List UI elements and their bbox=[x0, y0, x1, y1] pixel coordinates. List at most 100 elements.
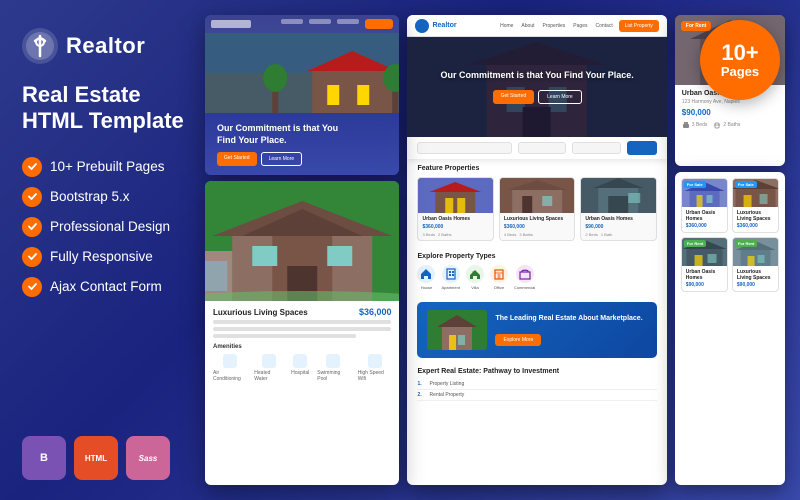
mm-card-3-beds: 2 Beds bbox=[585, 232, 597, 237]
mobile-badge: For Rent bbox=[681, 21, 712, 31]
ts-hero-primary-btn: Get Started bbox=[217, 152, 257, 166]
mm-card-2: Luxurious Living Spaces $360,000 4 Beds … bbox=[499, 177, 575, 241]
mm-nav-contact[interactable]: Contact bbox=[595, 23, 612, 29]
mm-search-btn[interactable] bbox=[627, 141, 657, 155]
ts-nav-links bbox=[281, 19, 393, 29]
mm-nav-properties[interactable]: Properties bbox=[543, 23, 566, 29]
mm-logo-icon bbox=[415, 19, 429, 33]
pcl-amenity-pool-label: Swimming Pool bbox=[317, 370, 349, 382]
mm-nav-cta[interactable]: List Property bbox=[619, 20, 659, 32]
mm-invest-section: Expert Real Estate: Pathway to Investmen… bbox=[407, 364, 666, 405]
mg-item-1-img: For Sale bbox=[682, 179, 727, 207]
pcl-amenities: Air Conditioning Heated Water Hospital S… bbox=[213, 354, 391, 382]
mm-type-office: Office bbox=[490, 265, 508, 290]
pages-label: Pages bbox=[721, 64, 759, 79]
property-card-large: Luxurious Living Spaces $36,000 Amenitie… bbox=[205, 181, 399, 485]
mm-type-villa-icon bbox=[466, 265, 484, 283]
ts-nav-link-3 bbox=[337, 19, 359, 24]
mm-feature-properties-title: Feature Properties bbox=[417, 165, 656, 172]
logo-icon bbox=[22, 28, 58, 64]
mg-item-4-price: $90,000 bbox=[737, 282, 774, 288]
logo-text: Realtor bbox=[66, 33, 145, 59]
check-icon-professional bbox=[22, 217, 42, 237]
mm-cta-section: The Leading Real Estate About Marketplac… bbox=[417, 302, 656, 358]
pcl-amenity-estate: Heated Water bbox=[254, 354, 283, 382]
mm-hero-secondary-btn[interactable]: Learn More bbox=[538, 90, 582, 104]
mm-invest-label-1: Property Listing bbox=[429, 381, 464, 387]
mm-card-3-price: $90,000 bbox=[585, 224, 651, 230]
pcl-amenity-pool: Swimming Pool bbox=[317, 354, 349, 382]
mm-nav-about[interactable]: About bbox=[521, 23, 534, 29]
pcl-body: Amenities Air Conditioning Heated Water … bbox=[205, 320, 399, 388]
desktop-mockup: Our Commitment is that You Find Your Pla… bbox=[205, 15, 399, 485]
mm-card-3-title: Urban Oasis Homes bbox=[585, 216, 651, 222]
mm-feature-properties: Feature Properties Urban Oasis Homes bbox=[407, 159, 666, 247]
pcl-amenity-wifi: High Speed Wifi bbox=[358, 354, 392, 382]
mm-invest-num-2: 2. bbox=[417, 392, 425, 398]
mg-item-2-body: Luxurious Living Spaces $360,000 bbox=[733, 207, 778, 232]
mm-logo-text: Realtor bbox=[432, 22, 456, 29]
mm-invest-item-2: 2. Rental Property bbox=[417, 390, 656, 401]
left-panel: Realtor Real Estate HTML Template 10+ Pr… bbox=[0, 0, 210, 500]
mm-card-3: Urban Oasis Homes $90,000 2 Beds 1 Bath bbox=[580, 177, 656, 241]
mm-card-1-baths: 2 Baths bbox=[438, 232, 452, 237]
mm-card-1-title: Urban Oasis Homes bbox=[422, 216, 488, 222]
top-screenshot-inner: Our Commitment is that You Find Your Pla… bbox=[205, 15, 399, 175]
ts-hero-title: Our Commitment is that You Find Your Pla… bbox=[217, 123, 347, 146]
pcl-amenities-label: Amenities bbox=[213, 344, 391, 350]
mm-invest-items: 1. Property Listing 2. Rental Property bbox=[417, 379, 656, 401]
pcl-amenity-wifi-icon bbox=[368, 354, 382, 368]
pcl-desc-lines bbox=[213, 320, 391, 338]
mm-hero-content: Our Commitment is that You Find Your Pla… bbox=[407, 37, 666, 137]
mm-hero-btns: Get Started Learn More bbox=[493, 90, 582, 104]
mg-item-3-title: Urban Oasis Homes bbox=[686, 269, 723, 281]
mm-card-1: Urban Oasis Homes $360,000 3 Beds 2 Bath… bbox=[417, 177, 493, 241]
check-icon-ajax bbox=[22, 277, 42, 297]
middle-mockup: Realtor Home About Properties Pages Cont… bbox=[407, 15, 666, 485]
ts-hero: Our Commitment is that You Find Your Pla… bbox=[205, 113, 399, 175]
mm-property-types: Explore Property Types House Apartment bbox=[407, 247, 666, 296]
mm-card-1-img bbox=[418, 178, 492, 213]
mobile-meta-beds: 3 Beds bbox=[682, 121, 708, 129]
mg-item-4-badge: For Rent bbox=[735, 240, 757, 247]
mm-cta-img bbox=[427, 310, 487, 350]
mm-search-field-2 bbox=[518, 142, 566, 154]
mm-cta-btn[interactable]: Explore More bbox=[495, 334, 541, 346]
mg-item-4: For Rent Luxurious Living Spaces $90,000 bbox=[732, 237, 779, 292]
feature-professional-design: Professional Design bbox=[22, 217, 190, 237]
mm-cards-row: Urban Oasis Homes $360,000 3 Beds 2 Bath… bbox=[417, 177, 656, 241]
ts-nav-logo bbox=[211, 20, 251, 28]
mm-card-3-meta: 2 Beds 1 Bath bbox=[585, 232, 651, 237]
mg-item-1-badge: For Sale bbox=[684, 181, 706, 188]
mm-type-office-label: Office bbox=[494, 285, 504, 290]
mm-nav-home[interactable]: Home bbox=[500, 23, 513, 29]
mg-item-1: For Sale Urban Oasis Homes $360,000 bbox=[681, 178, 728, 233]
ts-nav-link bbox=[281, 19, 303, 24]
mg-item-2-title: Luxurious Living Spaces bbox=[737, 210, 774, 222]
mm-hero-primary-btn[interactable]: Get Started bbox=[493, 90, 535, 104]
pcl-amenity-pool-icon bbox=[326, 354, 340, 368]
ts-nav-btn bbox=[365, 19, 393, 29]
feature-bootstrap: Bootstrap 5.x bbox=[22, 187, 190, 207]
check-icon-prebuilt bbox=[22, 157, 42, 177]
pcl-amenity-wifi-label: High Speed Wifi bbox=[358, 370, 392, 382]
mm-hero-title: Our Commitment is that You Find Your Pla… bbox=[440, 70, 633, 82]
pcl-header: Luxurious Living Spaces $36,000 bbox=[205, 301, 399, 320]
ts-nav bbox=[205, 15, 399, 33]
mm-nav-pages[interactable]: Pages bbox=[573, 23, 587, 29]
mg-item-1-price: $360,000 bbox=[686, 223, 723, 229]
pcl-amenity-estate-label: Heated Water bbox=[254, 370, 283, 382]
mm-type-villa: Villa bbox=[466, 265, 484, 290]
mm-card-3-baths: 1 Bath bbox=[601, 232, 613, 237]
mm-nav-logo: Realtor bbox=[415, 19, 456, 33]
mm-nav: Realtor Home About Properties Pages Cont… bbox=[407, 15, 666, 37]
mobile-card-price: $90,000 bbox=[682, 108, 778, 117]
mg-item-2-badge: For Sale bbox=[735, 181, 757, 188]
mm-search-field-3 bbox=[572, 142, 620, 154]
mm-invest-label-2: Rental Property bbox=[429, 392, 464, 398]
ts-hero-secondary-btn: Learn More bbox=[261, 152, 303, 166]
pcl-amenity-hospital: Hospital bbox=[291, 354, 309, 382]
check-icon-responsive bbox=[22, 247, 42, 267]
mm-hero: Our Commitment is that You Find Your Pla… bbox=[407, 37, 666, 137]
mm-card-2-img bbox=[500, 178, 574, 213]
